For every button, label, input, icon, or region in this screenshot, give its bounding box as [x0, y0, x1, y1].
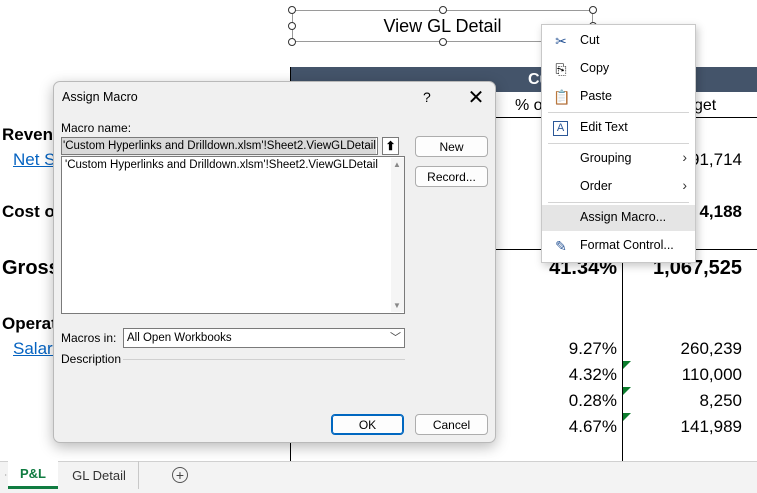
cancel-button[interactable]: Cancel [415, 414, 488, 435]
line-pct: 4.67% [568, 417, 617, 436]
macros-in-select[interactable]: All Open Workbooks ﹀ [123, 328, 405, 348]
add-sheet-icon[interactable]: + [172, 467, 188, 483]
comment-indicator-icon [623, 413, 631, 421]
menu-item-paste[interactable]: 📋 Paste [542, 84, 695, 110]
comment-indicator-icon [623, 387, 631, 395]
tab-gl-detail[interactable]: GL Detail [60, 461, 139, 489]
resize-handle[interactable] [439, 38, 447, 46]
menu-item-grouping[interactable]: Grouping › [542, 146, 695, 172]
macros-in-label: Macros in: [61, 331, 117, 345]
assign-macro-dialog: Assign Macro ? ✕ Macro name: 'Custom Hyp… [53, 81, 496, 443]
cost-label: Cost of [2, 202, 61, 221]
menu-item-label: Edit Text [580, 120, 628, 134]
salaries-link[interactable]: Salari [13, 339, 56, 359]
line-pct: 4.32% [568, 365, 617, 384]
line-budget: 260,239 [680, 339, 742, 358]
scroll-up-icon[interactable]: ▲ [393, 160, 401, 169]
chevron-right-icon: › [682, 177, 687, 193]
new-button[interactable]: New [415, 136, 488, 157]
edit-text-icon: A [553, 121, 568, 136]
net-sales-link[interactable]: Net S [13, 150, 56, 170]
ok-button[interactable]: OK [331, 414, 404, 435]
line-budget: 141,989 [680, 417, 742, 436]
listbox-scrollbar[interactable]: ▲ ▼ [391, 158, 404, 312]
comment-indicator-icon [623, 361, 631, 369]
menu-item-order[interactable]: Order › [542, 174, 695, 200]
menu-item-label: Copy [580, 61, 610, 75]
close-icon[interactable]: ✕ [464, 85, 488, 110]
description-divider [123, 359, 405, 360]
ok-button-label: OK [358, 417, 377, 432]
description-label: Description [61, 352, 122, 366]
macro-listbox[interactable]: 'Custom Hyperlinks and Drilldown.xlsm'!S… [61, 156, 405, 314]
gross-label: Gross [2, 257, 60, 279]
menu-item-assign-macro[interactable]: Assign Macro... [542, 205, 695, 231]
menu-separator [548, 202, 689, 203]
collapse-dialog-up-icon[interactable]: ⬆ [382, 137, 399, 155]
resize-handle[interactable] [288, 22, 296, 30]
paste-icon: 📋 [553, 89, 571, 105]
list-item[interactable]: 'Custom Hyperlinks and Drilldown.xlsm'!S… [65, 159, 378, 171]
menu-item-label: Cut [580, 33, 600, 47]
menu-item-label: Grouping [580, 151, 632, 165]
macro-name-input[interactable]: 'Custom Hyperlinks and Drilldown.xlsm'!S… [61, 137, 378, 155]
chevron-down-icon: ﹀ [390, 332, 401, 344]
macro-name-value: 'Custom Hyperlinks and Drilldown.xlsm'!S… [62, 138, 376, 154]
line-budget: 110,000 [681, 365, 742, 384]
tab-pl-label: P&L [20, 466, 46, 481]
cancel-button-label: Cancel [432, 417, 471, 432]
budget-column-header: get [694, 97, 717, 114]
menu-item-format-control[interactable]: ✎ Format Control... [542, 233, 695, 259]
copy-icon: ⎘ [555, 61, 567, 77]
tab-pl[interactable]: P&L [8, 461, 58, 489]
tab-gl-detail-label: GL Detail [72, 467, 126, 483]
macro-name-label: Macro name: [61, 121, 132, 135]
resize-handle[interactable] [288, 6, 296, 14]
scissors-icon: ✂ [555, 33, 567, 49]
scroll-down-icon[interactable]: ▼ [393, 301, 401, 310]
resize-handle[interactable] [589, 6, 597, 14]
chevron-right-icon: › [682, 149, 687, 165]
format-control-icon: ✎ [555, 238, 567, 254]
line-pct: 9.27% [568, 339, 617, 358]
record-button-label: Record... [427, 169, 476, 184]
line-pct: 0.28% [568, 391, 617, 410]
menu-item-edit-text[interactable]: A Edit Text [542, 115, 695, 141]
help-icon[interactable]: ? [423, 89, 431, 105]
menu-item-label: Paste [580, 89, 612, 103]
dialog-title: Assign Macro [62, 90, 138, 104]
menu-item-label: Order [580, 179, 612, 193]
record-button[interactable]: Record... [415, 166, 488, 187]
menu-separator [548, 143, 689, 144]
shape-button-label: View GL Detail [383, 15, 502, 36]
context-menu: ✂ Cut ⎘ Copy 📋 Paste A Edit Text Groupin… [541, 24, 696, 263]
menu-separator [548, 112, 689, 113]
menu-item-copy[interactable]: ⎘ Copy [542, 56, 695, 82]
menu-item-label: Assign Macro... [580, 210, 667, 224]
line-budget: 8,250 [699, 391, 742, 410]
menu-item-cut[interactable]: ✂ Cut [542, 28, 695, 54]
menu-item-label: Format Control... [580, 238, 674, 252]
macros-in-value: All Open Workbooks [127, 332, 232, 344]
operating-label: Operat [2, 314, 57, 333]
resize-handle[interactable] [439, 6, 447, 14]
new-button-label: New [439, 139, 464, 154]
resize-handle[interactable] [288, 38, 296, 46]
